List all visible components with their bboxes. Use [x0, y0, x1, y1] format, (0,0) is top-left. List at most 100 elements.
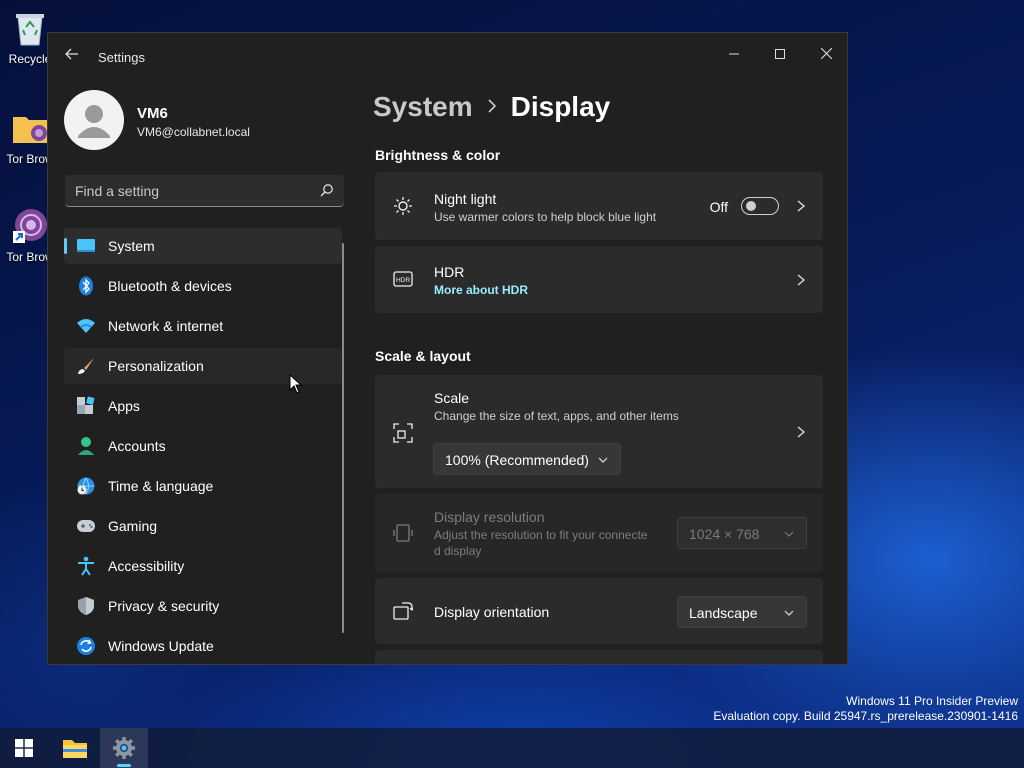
- avatar[interactable]: [64, 90, 124, 150]
- section-title-scale-layout: Scale & layout: [375, 348, 471, 364]
- watermark-line1: Windows 11 Pro Insider Preview: [846, 694, 1018, 708]
- sidebar-item-label: Gaming: [108, 518, 158, 534]
- chevron-down-icon: [598, 457, 608, 463]
- tor-browser-icon: [10, 206, 50, 246]
- scale-desc: Change the size of text, apps, and other…: [434, 409, 679, 423]
- sidebar-item-windows-update[interactable]: Windows Update: [64, 628, 342, 664]
- resolution-desc-line2: d display: [434, 544, 482, 558]
- system-icon: [76, 236, 96, 256]
- sidebar-item-privacy[interactable]: Privacy & security: [64, 588, 342, 624]
- chevron-right-icon[interactable]: [795, 200, 807, 212]
- orientation-dropdown[interactable]: Landscape: [677, 596, 807, 628]
- sidebar-item-accounts[interactable]: Accounts: [64, 428, 342, 464]
- sidebar-item-label: Accessibility: [108, 558, 185, 574]
- page-title: Display: [510, 91, 611, 122]
- orientation-title: Display orientation: [434, 604, 550, 620]
- resolution-desc-line1: Adjust the resolution to fit your connec…: [434, 528, 648, 542]
- resolution-value: 1024 × 768: [689, 526, 760, 542]
- minimize-icon: [729, 53, 739, 55]
- minimize-button[interactable]: [711, 39, 757, 69]
- file-explorer-button[interactable]: [51, 728, 99, 768]
- close-icon: [820, 47, 832, 60]
- sidebar-item-label: Windows Update: [108, 638, 214, 654]
- taskbar: [0, 728, 1024, 768]
- wifi-icon: [76, 316, 96, 336]
- search-icon[interactable]: [320, 183, 334, 197]
- sidebar-item-label: Time & language: [108, 478, 214, 494]
- night-light-desc: Use warmer colors to help block blue lig…: [434, 210, 657, 224]
- evaluation-watermark: Windows 11 Pro Insider Preview Evaluatio…: [713, 694, 1018, 724]
- close-button[interactable]: [803, 39, 847, 69]
- orientation-card[interactable]: Display orientation Landscape: [375, 578, 823, 644]
- chevron-right-icon[interactable]: [795, 426, 807, 438]
- scale-card[interactable]: Scale Change the size of text, apps, and…: [375, 375, 823, 488]
- sidebar-item-label: Accounts: [108, 438, 166, 454]
- breadcrumb-chevron-icon: [487, 96, 497, 119]
- scale-title: Scale: [434, 390, 470, 406]
- recycle-bin-icon: [10, 8, 50, 48]
- start-button[interactable]: [0, 728, 48, 768]
- scale-dropdown[interactable]: 100% (Recommended): [433, 443, 621, 475]
- sidebar-item-system[interactable]: System: [64, 228, 342, 264]
- accessibility-icon: [76, 556, 96, 576]
- file-explorer-icon: [63, 740, 87, 758]
- shield-icon: [76, 596, 96, 616]
- title-bar[interactable]: Settings: [48, 33, 847, 81]
- resolution-card: Display resolution Adjust the resolution…: [375, 494, 823, 572]
- settings-window: Settings VM6 VM6@collabnet.local Find a …: [47, 32, 848, 665]
- night-light-state: Off: [709, 199, 728, 215]
- orientation-value: Landscape: [689, 605, 758, 621]
- sidebar-item-label: Privacy & security: [108, 598, 220, 614]
- settings-taskbar-button[interactable]: [100, 728, 148, 768]
- orientation-icon: [393, 602, 413, 620]
- search-placeholder: Find a setting: [75, 183, 160, 199]
- search-input[interactable]: Find a setting: [65, 175, 344, 207]
- folder-icon: [10, 108, 50, 148]
- user-avatar-icon: [78, 105, 110, 138]
- scale-icon: [393, 423, 413, 443]
- sidebar-scrollbar[interactable]: [342, 243, 344, 633]
- back-button[interactable]: [62, 47, 82, 67]
- sidebar-item-label: System: [108, 238, 155, 254]
- gamepad-icon: [76, 516, 96, 536]
- maximize-icon: [775, 49, 785, 59]
- bluetooth-icon: [76, 276, 96, 296]
- night-light-title: Night light: [434, 191, 497, 207]
- sidebar-item-label: Personalization: [108, 358, 204, 374]
- hdr-title: HDR: [434, 264, 465, 280]
- hdr-icon: HDR: [393, 271, 413, 287]
- globe-clock-icon: [76, 476, 96, 496]
- sidebar-item-label: Apps: [108, 398, 140, 414]
- start-icon: [15, 739, 33, 757]
- hdr-more-link[interactable]: More about HDR: [434, 283, 528, 297]
- breadcrumb-parent[interactable]: System: [373, 91, 473, 123]
- mouse-cursor-icon: [289, 374, 303, 394]
- next-card-partial[interactable]: [375, 650, 823, 664]
- night-light-toggle[interactable]: [741, 197, 779, 215]
- profile-email: VM6@collabnet.local: [137, 125, 250, 139]
- night-light-card[interactable]: Night light Use warmer colors to help bl…: [375, 172, 823, 240]
- scale-value: 100% (Recommended): [445, 452, 589, 468]
- section-title-brightness: Brightness & color: [375, 147, 501, 163]
- watermark-line2: Evaluation copy. Build 25947.rs_prerelea…: [713, 709, 1018, 723]
- sidebar-item-bluetooth[interactable]: Bluetooth & devices: [64, 268, 342, 304]
- apps-icon: [76, 396, 96, 416]
- sidebar-item-time-language[interactable]: Time & language: [64, 468, 342, 504]
- sidebar-item-gaming[interactable]: Gaming: [64, 508, 342, 544]
- toggle-knob: [746, 201, 756, 211]
- update-icon: [76, 636, 96, 656]
- sidebar-item-label: Bluetooth & devices: [108, 278, 232, 294]
- settings-icon: [113, 737, 135, 759]
- sidebar-item-network[interactable]: Network & internet: [64, 308, 342, 344]
- breadcrumb: System Display: [373, 91, 610, 123]
- resolution-title: Display resolution: [434, 509, 545, 525]
- chevron-right-icon[interactable]: [795, 274, 807, 286]
- resolution-icon: [393, 524, 413, 542]
- chevron-down-icon: [784, 610, 794, 616]
- sidebar-nav: System Bluetooth & devices Network & int…: [64, 228, 342, 664]
- maximize-button[interactable]: [757, 39, 803, 69]
- sidebar-item-accessibility[interactable]: Accessibility: [64, 548, 342, 584]
- sidebar-item-label: Network & internet: [108, 318, 224, 334]
- hdr-card[interactable]: HDR HDR More about HDR: [375, 246, 823, 313]
- chevron-down-icon: [784, 531, 794, 537]
